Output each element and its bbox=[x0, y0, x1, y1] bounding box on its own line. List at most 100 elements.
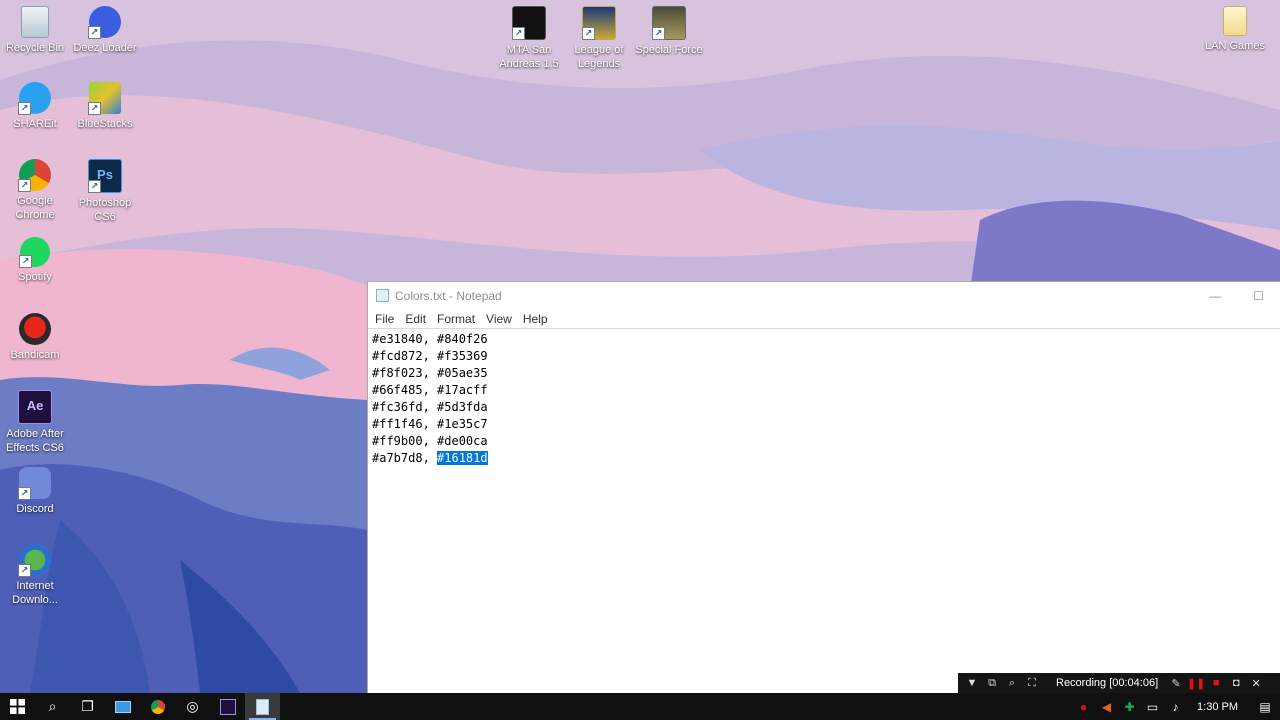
text-line: #a7b7d8, #16181d bbox=[372, 450, 1276, 467]
desktop-icon-google-chrome[interactable]: ↗ Google Chrome bbox=[0, 159, 70, 222]
taskbar: ⌕ ❐ ◎ ● ◀ ✚ ▭ ♪ 1:30 PM ▤ bbox=[0, 693, 1280, 720]
desktop-icon-label: BlueStacks bbox=[77, 118, 133, 130]
window-title: Colors.txt - Notepad bbox=[395, 288, 502, 303]
selected-text[interactable]: #16181d bbox=[437, 451, 488, 465]
taskbar-desktop-app[interactable] bbox=[105, 693, 140, 720]
monitor-icon bbox=[114, 700, 131, 713]
title-bar[interactable]: Colors.txt - Notepad bbox=[368, 282, 1280, 309]
pause-icon[interactable]: ❚❚ bbox=[1186, 677, 1206, 690]
minimize-button[interactable]: — bbox=[1194, 282, 1237, 309]
start-button[interactable] bbox=[0, 693, 35, 720]
desktop-icon-label: MTA San Andreas 1.5 bbox=[499, 44, 559, 70]
taskbar-chrome[interactable] bbox=[140, 693, 175, 720]
text-line: #fc36fd, #5d3fda bbox=[372, 400, 488, 414]
deez-loader-icon: ↗ bbox=[88, 6, 121, 39]
shareit-icon: ↗ bbox=[18, 82, 51, 115]
discord-icon: ↗ bbox=[18, 467, 51, 500]
desktop-icon-mta[interactable]: ↗ MTA San Andreas 1.5 bbox=[494, 6, 564, 71]
recording-status: Recording [00:04:06] bbox=[1056, 677, 1159, 689]
recording-toolbar: ▼ ⧉ ⌕ ⛶ Recording [00:04:06] ✎ ❚❚ ■ ◘ ✕ bbox=[958, 673, 1280, 693]
desktop-icon-label: Discord bbox=[16, 503, 54, 515]
taskbar-after-effects[interactable] bbox=[210, 693, 245, 720]
desktop-icon-label: SHAREit bbox=[13, 118, 57, 130]
circle-target-icon: ◎ bbox=[186, 698, 199, 714]
window-controls: — ☐ bbox=[1194, 282, 1280, 309]
desktop-icon-label: Internet Downlo... bbox=[12, 580, 58, 606]
desktop-icon-bluestacks[interactable]: ↗ BlueStacks bbox=[70, 82, 140, 131]
folder-icon bbox=[1223, 6, 1247, 36]
mta-icon: ↗ bbox=[512, 6, 546, 40]
after-effects-icon: Ae bbox=[18, 390, 52, 424]
window-mode-icon[interactable]: ⧉ bbox=[982, 677, 1002, 690]
task-view-button[interactable]: ❐ bbox=[70, 693, 105, 720]
desktop-icon-photoshop[interactable]: Ps ↗ Photoshop CS6 bbox=[70, 159, 140, 224]
desktop-icon-after-effects[interactable]: Ae Adobe After Effects CS6 bbox=[0, 390, 70, 455]
menu-help[interactable]: Help bbox=[519, 312, 552, 326]
desktop-icon-label: Photoshop CS6 bbox=[78, 197, 132, 223]
menu-bar: File Edit Format View Help bbox=[368, 309, 1280, 329]
security-shield-icon[interactable]: ✚ bbox=[1118, 700, 1141, 714]
desktop-icon-label: LAN Games bbox=[1205, 40, 1265, 52]
stop-icon[interactable]: ■ bbox=[1206, 677, 1226, 689]
camera-icon[interactable]: ◘ bbox=[1226, 677, 1246, 689]
desktop-icon-spotify[interactable]: ↗ Spotify bbox=[0, 237, 70, 284]
text-editor[interactable]: #e31840, #840f26 #fcd872, #f35369 #f8f02… bbox=[368, 328, 1280, 693]
desktop-icon-label: Adobe After Effects CS6 bbox=[6, 428, 64, 454]
photoshop-icon: Ps ↗ bbox=[88, 159, 122, 193]
special-force-icon: ↗ bbox=[652, 6, 686, 40]
volume-icon[interactable]: ♪ bbox=[1164, 700, 1187, 714]
notepad-icon bbox=[376, 289, 389, 302]
text-line: #e31840, #840f26 bbox=[372, 332, 488, 346]
taskbar-app-circle[interactable]: ◎ bbox=[175, 693, 210, 720]
desktop-icon-label: Google Chrome bbox=[15, 195, 55, 221]
recycle-bin-icon bbox=[21, 6, 49, 38]
dropdown-arrow-icon[interactable]: ▼ bbox=[962, 677, 982, 689]
notepad-icon bbox=[256, 698, 269, 715]
menu-view[interactable]: View bbox=[482, 312, 516, 326]
desktop-icon-shareit[interactable]: ↗ SHAREit bbox=[0, 82, 70, 131]
desktop-icon-league-of-legends[interactable]: ↗ League of Legends bbox=[564, 6, 634, 71]
screen-region-icon[interactable]: ⛶ bbox=[1022, 677, 1042, 690]
desktop-icon-bandicam[interactable]: Bandicam bbox=[0, 313, 70, 362]
desktop-icon-deez-loader[interactable]: ↗ Deez Loader bbox=[70, 6, 140, 55]
chrome-icon: ↗ bbox=[18, 159, 51, 192]
search-icon: ⌕ bbox=[48, 698, 57, 714]
bluestacks-icon: ↗ bbox=[88, 82, 121, 115]
close-icon[interactable]: ✕ bbox=[1246, 677, 1266, 690]
pencil-icon[interactable]: ✎ bbox=[1166, 677, 1186, 690]
desktop-icon-internet-download-manager[interactable]: ↗ Internet Downlo... bbox=[0, 544, 70, 607]
internet-download-manager-icon: ↗ bbox=[18, 544, 51, 577]
menu-format[interactable]: Format bbox=[433, 312, 479, 326]
bandicam-tray-icon[interactable]: ● bbox=[1072, 700, 1095, 714]
bandicam-icon bbox=[19, 313, 51, 345]
notepad-window[interactable]: Colors.txt - Notepad — ☐ File Edit Forma… bbox=[367, 281, 1280, 693]
system-tray: ● ◀ ✚ ▭ ♪ 1:30 PM ▤ bbox=[1072, 693, 1280, 720]
desktop-icon-label: Recycle Bin bbox=[5, 42, 65, 54]
desktop-icon-lan-games[interactable]: LAN Games bbox=[1200, 6, 1270, 53]
league-of-legends-icon: ↗ bbox=[582, 6, 616, 40]
text-line: #ff9b00, #de00ca bbox=[372, 434, 488, 448]
text-line: #66f485, #17acff bbox=[372, 383, 488, 397]
desktop-icon-discord[interactable]: ↗ Discord bbox=[0, 467, 70, 516]
search-button[interactable]: ⌕ bbox=[35, 693, 70, 720]
text-line-prefix: #a7b7d8, bbox=[372, 451, 438, 465]
network-icon[interactable]: ▭ bbox=[1141, 700, 1164, 714]
taskbar-notepad[interactable] bbox=[245, 693, 280, 720]
notifications-icon[interactable]: ▤ bbox=[1250, 700, 1280, 714]
clock[interactable]: 1:30 PM bbox=[1187, 701, 1250, 713]
spotify-icon: ↗ bbox=[19, 237, 50, 268]
menu-edit[interactable]: Edit bbox=[401, 312, 430, 326]
desktop-icon-label: Spotify bbox=[18, 271, 52, 283]
text-line: #f8f023, #05ae35 bbox=[372, 366, 488, 380]
desktop-icon-label: Special Force bbox=[635, 44, 703, 56]
menu-file[interactable]: File bbox=[371, 312, 398, 326]
text-line: #ff1f46, #1e35c7 bbox=[372, 417, 488, 431]
task-view-icon: ❐ bbox=[81, 698, 94, 714]
desktop-icon-label: Bandicam bbox=[10, 349, 60, 361]
desktop-icon-recycle-bin[interactable]: Recycle Bin bbox=[0, 6, 70, 55]
zoom-icon[interactable]: ⌕ bbox=[1002, 677, 1022, 690]
maximize-button[interactable]: ☐ bbox=[1237, 282, 1280, 309]
desktop-icon-special-force[interactable]: ↗ Special Force bbox=[634, 6, 704, 57]
speaker-muted-icon[interactable]: ◀ bbox=[1095, 700, 1118, 714]
windows-icon bbox=[10, 699, 25, 714]
